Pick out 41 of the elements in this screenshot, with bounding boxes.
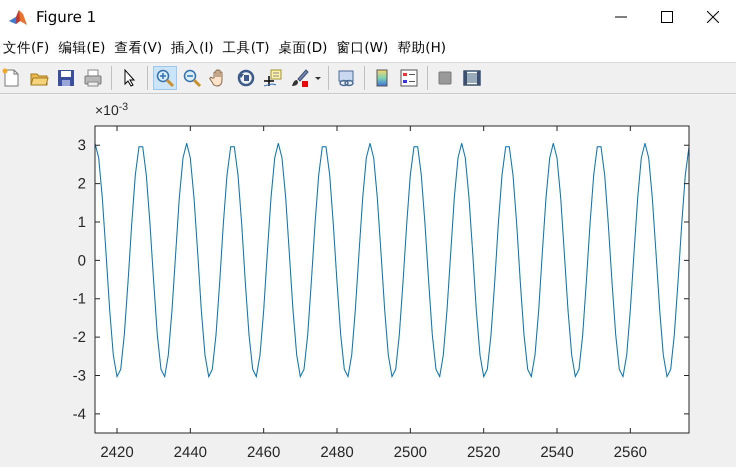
menu-item[interactable]: 编辑(E)	[55, 38, 112, 58]
menu-item[interactable]: 窗口(W)	[333, 38, 394, 58]
printer-icon	[83, 68, 103, 88]
menu-item[interactable]: 文件(F)	[0, 38, 56, 58]
y-tick-label: 0	[78, 252, 86, 270]
x-tick-label: 2480	[320, 444, 354, 461]
menu-item[interactable]: 插入(I)	[168, 38, 220, 58]
x-tick-label: 2440	[174, 444, 208, 461]
x-tick-label: 2420	[100, 444, 134, 461]
zoom-in-icon	[155, 68, 175, 88]
menu-item[interactable]: 查看(V)	[111, 38, 168, 58]
link-icon	[336, 68, 356, 88]
menu-item[interactable]: 帮助(H)	[394, 38, 452, 58]
y-tick-label: -4	[72, 406, 86, 423]
data-cursor-icon	[263, 68, 283, 88]
y-tick-label: 2	[78, 176, 86, 193]
zoom-out-icon	[182, 68, 202, 88]
rotate-icon	[236, 68, 256, 88]
axis-exponent-label: ×10$^{-3}$	[95, 100, 128, 120]
menu-item[interactable]: 工具(T)	[220, 38, 276, 58]
close-icon	[707, 11, 719, 23]
x-tick-label: 2520	[466, 444, 500, 461]
maximize-icon	[661, 11, 673, 23]
app-logo-icon	[8, 8, 28, 26]
x-tick-label: 2560	[614, 444, 648, 461]
caret-icon[interactable]	[315, 76, 321, 80]
minimize-icon	[615, 16, 627, 18]
legend-icon	[399, 68, 419, 88]
menu-item[interactable]: 桌面(D)	[275, 38, 334, 58]
y-tick-label: -2	[72, 329, 86, 346]
y-tick-label: 3	[78, 137, 86, 154]
x-tick-label: 2500	[394, 444, 428, 461]
zoom-in-button[interactable]	[153, 66, 177, 90]
y-tick-label: 1	[78, 214, 86, 231]
x-tick-label: 2460	[246, 444, 280, 461]
window-title: Figure 1	[36, 6, 98, 28]
brush-icon	[290, 68, 310, 88]
panel-layout-icon	[462, 68, 482, 88]
y-tick-label: -1	[72, 290, 86, 308]
x-tick-label: 2540	[540, 444, 574, 461]
y-tick-label: -3	[72, 367, 86, 384]
